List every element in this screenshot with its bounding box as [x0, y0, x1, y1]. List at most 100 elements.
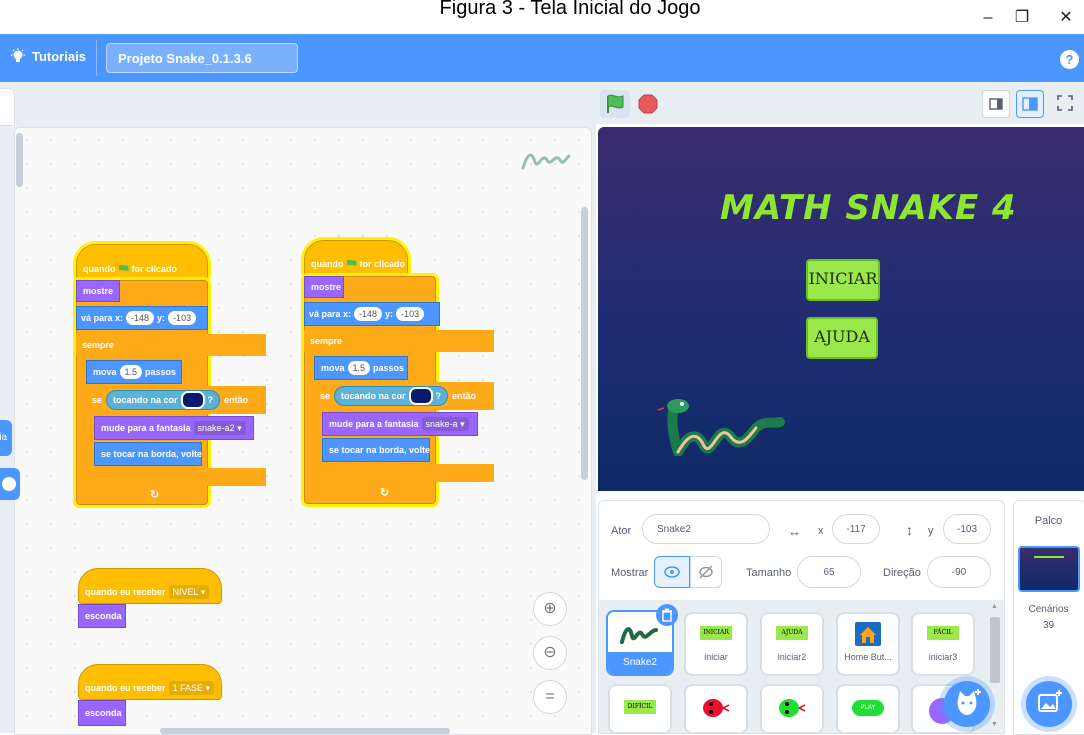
block-text: for clicado — [359, 259, 406, 269]
show-block[interactable]: mostre — [304, 276, 344, 298]
normal-stage-button[interactable] — [1016, 90, 1044, 118]
bounce-block[interactable]: se tocar na borda, volte — [322, 438, 430, 462]
color-swatch[interactable] — [180, 391, 205, 409]
block-text: mova — [93, 367, 117, 377]
zoom-in-icon[interactable]: ⊕ — [533, 592, 567, 626]
direction-label: Direção — [883, 567, 921, 579]
fullscreen-button[interactable] — [1052, 90, 1080, 118]
x-label: x — [818, 525, 824, 537]
block-text: se tocar na borda, volte — [101, 449, 203, 459]
game-title: MATH SNAKE 4 — [720, 188, 1017, 228]
goto-xy-block[interactable]: vá para x: -148 y: -103 — [304, 302, 440, 326]
red-snake-head-icon — [703, 699, 730, 717]
thumb-label: PLAY — [852, 700, 884, 716]
close-button[interactable]: ✕ — [1046, 6, 1084, 30]
sprite-thumb-red-snake[interactable] — [684, 684, 748, 734]
when-flag-clicked-hat[interactable]: quando for clicado — [76, 244, 208, 280]
sprite-thumb-green-snake[interactable] — [760, 684, 824, 734]
block-text: y: — [385, 309, 394, 319]
add-sprite-button[interactable] — [944, 681, 990, 727]
block-text: esconda — [85, 611, 122, 621]
small-stage-icon — [989, 98, 1003, 110]
thumb-label: AJUDA — [776, 626, 808, 640]
show-block[interactable]: mostre — [76, 280, 120, 302]
forever-block[interactable]: sempre — [304, 330, 494, 352]
message-dropdown[interactable]: NIVEL ▾ — [168, 585, 210, 599]
show-hidden-button[interactable] — [690, 556, 722, 588]
help-icon[interactable]: ? — [1060, 50, 1079, 69]
start-game-button[interactable]: INICIAR — [806, 259, 880, 301]
when-receive-nivel-hat[interactable]: quando eu receber NIVEL ▾ — [78, 568, 222, 604]
if-then-block[interactable]: se tocando na cor? então — [314, 382, 494, 410]
bounce-block[interactable]: se tocar na borda, volte — [94, 442, 202, 466]
sprite-list-scrollbar[interactable]: ▲ ▼ — [989, 603, 1001, 731]
move-block[interactable]: mova 1.5 passos — [314, 356, 408, 380]
small-stage-button[interactable] — [982, 90, 1010, 118]
sprite-name-input[interactable]: Snake2 — [642, 514, 770, 544]
y-input[interactable]: -103 — [943, 514, 991, 544]
y-input[interactable]: -103 — [168, 311, 197, 325]
hide-block[interactable]: esconda — [78, 604, 126, 628]
if-then-block[interactable]: se tocando na cor? então — [86, 386, 266, 414]
scroll-down-icon[interactable]: ▼ — [991, 721, 998, 728]
x-input[interactable]: -148 — [354, 307, 383, 321]
sprite-thumb-play[interactable]: PLAY — [836, 684, 900, 734]
add-backdrop-button[interactable] — [1026, 681, 1072, 727]
editor-tab[interactable] — [0, 88, 15, 126]
block-text: mude para a fantasia — [329, 419, 419, 429]
category-label: ria — [0, 432, 8, 443]
sprite-thumb-iniciar[interactable]: INICIAR iniciar — [684, 612, 748, 676]
x-input[interactable]: -148 — [126, 311, 155, 325]
eye-icon — [664, 566, 680, 578]
move-block[interactable]: mova 1.5 passos — [86, 360, 182, 384]
color-swatch[interactable] — [408, 387, 433, 405]
sprite-thumb-iniciar3[interactable]: FÁCIL iniciar3 — [911, 612, 975, 676]
goto-xy-block[interactable]: vá para x: -148 y: -103 — [76, 306, 208, 330]
category-circle-button[interactable] — [0, 468, 20, 500]
lightbulb-icon — [11, 48, 25, 62]
zoom-out-icon[interactable]: ⊖ — [533, 636, 567, 670]
project-title-input[interactable]: Projeto Snake_0.1.3.6 — [106, 43, 298, 73]
delete-sprite-button[interactable] — [656, 604, 678, 626]
block-text: quando eu receber — [85, 683, 166, 693]
sprite-thumb-home-button[interactable]: Home But... — [836, 612, 900, 676]
size-input[interactable]: 65 — [797, 556, 861, 588]
workspace-horizontal-scrollbar[interactable] — [160, 728, 450, 734]
when-receive-fase-hat[interactable]: quando eu receber 1 FASE ▾ — [78, 664, 222, 700]
y-input[interactable]: -103 — [396, 307, 425, 321]
hide-block[interactable]: esconda — [78, 700, 126, 726]
scroll-up-icon[interactable]: ▲ — [991, 603, 998, 610]
sprite-name: Home But... — [844, 652, 892, 662]
palette-scrollbar[interactable] — [16, 133, 23, 187]
help-game-button[interactable]: AJUDA — [806, 317, 878, 359]
zoom-reset-icon[interactable]: = — [533, 680, 567, 714]
steps-input[interactable]: 1.5 — [119, 365, 143, 379]
when-flag-clicked-hat[interactable]: quando for clicado — [304, 240, 408, 276]
sprite-thumb-dificil[interactable]: DIFÍCIL — [608, 684, 672, 734]
category-tab[interactable]: ria — [0, 420, 12, 456]
show-label: Mostrar — [611, 567, 649, 579]
stage-thumbnail[interactable] — [1018, 546, 1080, 592]
x-input[interactable]: -117 — [832, 514, 880, 544]
show-visible-button[interactable] — [654, 556, 690, 588]
touching-color-block[interactable]: tocando na cor? — [334, 386, 449, 406]
forever-block[interactable]: sempre — [76, 334, 266, 356]
touching-color-block[interactable]: tocando na cor? — [106, 390, 221, 410]
maximize-button[interactable]: ❐ — [1002, 6, 1042, 30]
workspace-vertical-scrollbar[interactable] — [581, 207, 588, 480]
home-icon — [855, 622, 881, 646]
sprite-thumb-iniciar2[interactable]: AJUDA iniciar2 — [760, 612, 824, 676]
switch-costume-block[interactable]: mude para a fantasia snake-a ▾ — [322, 412, 478, 436]
thumb-label: INICIAR — [700, 626, 732, 640]
costume-dropdown[interactable]: snake-a ▾ — [421, 417, 469, 431]
steps-input[interactable]: 1.5 — [347, 361, 371, 375]
green-flag-button[interactable] — [600, 90, 630, 118]
direction-input[interactable]: -90 — [927, 556, 991, 588]
backdrop-add-icon — [1038, 690, 1062, 712]
switch-costume-block[interactable]: mude para a fantasia snake-a2 ▾ — [94, 416, 254, 440]
tutorials-button[interactable]: Tutoriais — [10, 48, 86, 64]
stop-icon[interactable] — [638, 94, 658, 114]
message-dropdown[interactable]: 1 FASE ▾ — [168, 681, 215, 695]
normal-stage-icon — [1022, 97, 1038, 111]
costume-dropdown[interactable]: snake-a2 ▾ — [193, 421, 246, 435]
